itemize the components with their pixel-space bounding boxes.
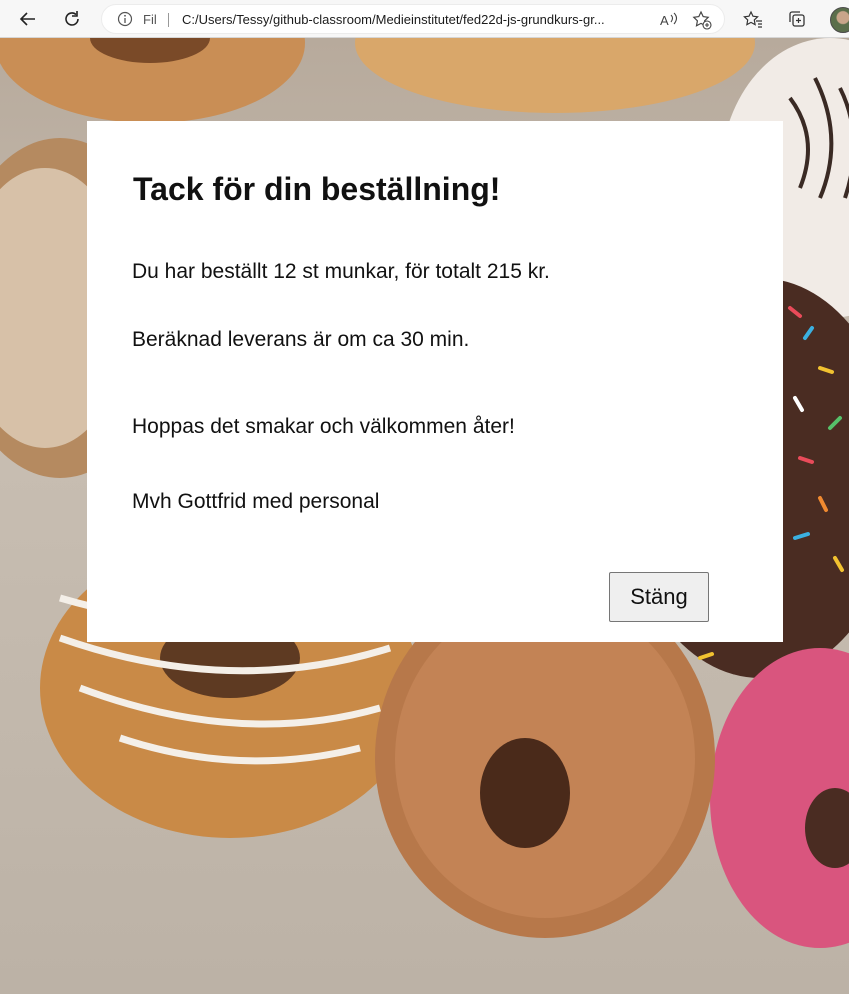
browser-toolbar: Fil C:/Users/Tessy/github-classroom/Medi… <box>0 0 849 38</box>
profile-avatar[interactable] <box>830 7 849 33</box>
address-bar[interactable]: Fil C:/Users/Tessy/github-classroom/Medi… <box>101 4 725 34</box>
refresh-icon[interactable] <box>58 5 86 33</box>
url-text[interactable]: C:/Users/Tessy/github-classroom/Medieins… <box>182 12 650 27</box>
collections-icon[interactable] <box>783 5 811 33</box>
modal-title: Tack för din beställning! <box>133 171 501 207</box>
greeting-text: Hoppas det smakar och välkommen åter! <box>132 415 515 438</box>
delivery-estimate-text: Beräknad leverans är om ca 30 min. <box>132 328 470 351</box>
site-info-label[interactable]: Fil <box>143 12 157 27</box>
signature-text: Mvh Gottfrid med personal <box>132 490 380 513</box>
add-favorite-icon[interactable] <box>692 10 712 35</box>
favorites-icon[interactable] <box>739 5 767 33</box>
order-confirmation-modal: Tack för din beställning! Du har beställ… <box>87 121 783 642</box>
close-button[interactable]: Stäng <box>609 572 709 622</box>
svg-text:A: A <box>660 13 669 28</box>
address-divider <box>168 13 169 27</box>
back-icon[interactable] <box>14 5 42 33</box>
info-icon[interactable] <box>117 11 133 32</box>
order-summary-text: Du har beställt 12 st munkar, för totalt… <box>132 260 550 283</box>
page-background: Tack för din beställning! Du har beställ… <box>0 38 849 994</box>
read-aloud-icon[interactable]: A <box>659 10 679 35</box>
